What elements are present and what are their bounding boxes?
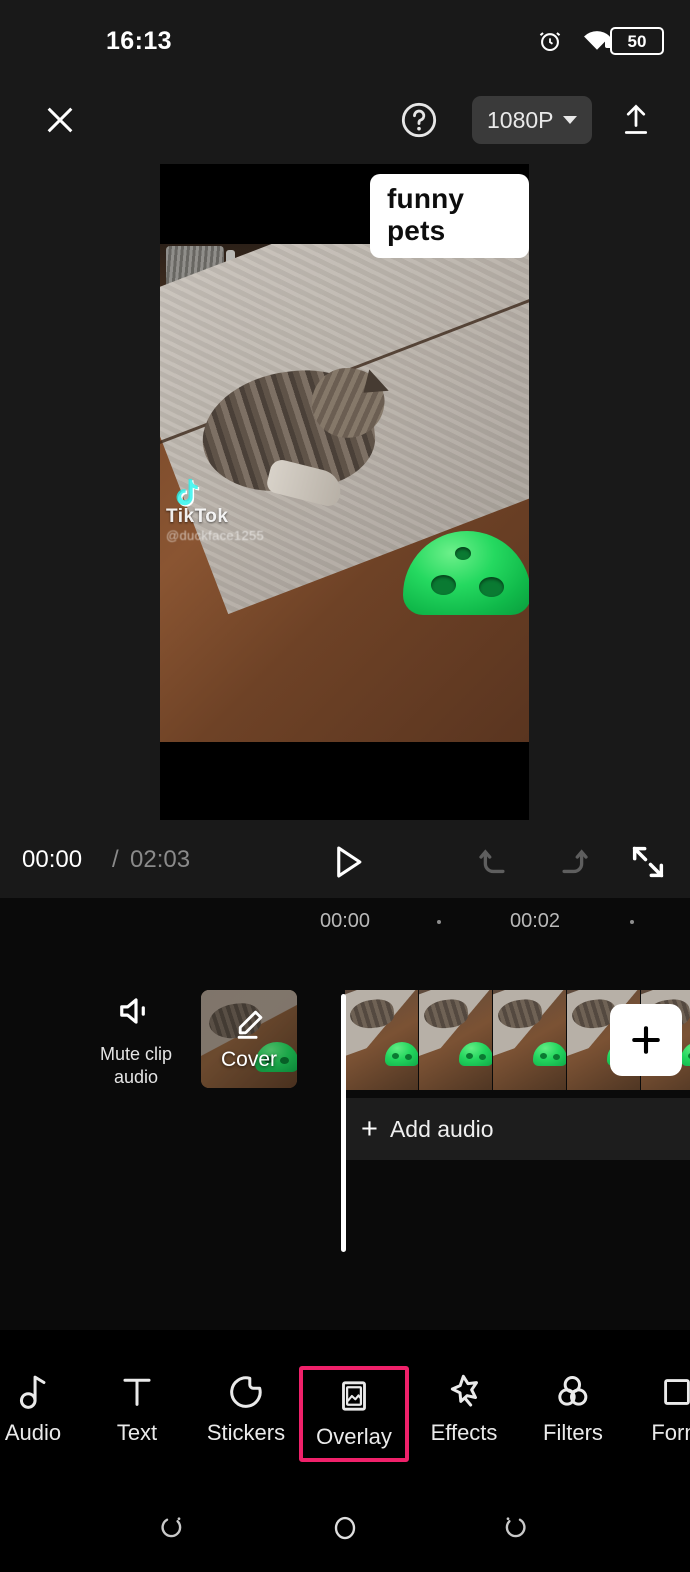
chevron-down-icon (562, 116, 577, 124)
editor-top-bar: 1080P (0, 78, 690, 160)
image-overlay-icon (336, 1370, 372, 1422)
tool-stickers[interactable]: Stickers (191, 1366, 301, 1462)
tool-format[interactable]: Form (622, 1366, 690, 1462)
green-cat-toy (403, 531, 529, 615)
music-note-icon (14, 1366, 52, 1418)
close-button[interactable] (36, 96, 84, 144)
battery-icon: 50 (605, 27, 664, 55)
video-clip-filmstrip[interactable] (345, 990, 690, 1090)
ruler-dot-1 (437, 920, 441, 924)
status-bar: 16:13 50 (0, 0, 690, 78)
playhead-indicator[interactable] (341, 994, 346, 1252)
play-button[interactable] (325, 840, 369, 884)
current-time-label: 00:00 (22, 846, 83, 873)
ruler-dot-3 (630, 920, 634, 924)
tool-effects[interactable]: Effects (409, 1366, 519, 1462)
tool-label: Form (651, 1420, 690, 1445)
cover-content: Cover (201, 990, 297, 1088)
tiktok-username-label: @duckface1255 (166, 528, 265, 543)
filmstrip-frame (345, 990, 419, 1090)
status-icon-group: 50 (410, 22, 690, 62)
video-canvas[interactable]: TikTok @duckface1255 funny pets (160, 164, 529, 820)
tool-overlay[interactable]: Overlay (299, 1366, 409, 1462)
add-audio-button[interactable]: + Add audio (345, 1098, 690, 1160)
home-icon[interactable] (319, 1502, 371, 1554)
video-preview-area[interactable]: TikTok @duckface1255 funny pets (0, 160, 690, 898)
timeline-panel[interactable]: 00:00 00:02 Mute clip audio Cover + Add … (0, 898, 690, 1330)
mute-clip-audio-button[interactable]: Mute clip audio (86, 992, 186, 1088)
sticker-icon (227, 1366, 265, 1418)
add-audio-plus-icon: + (361, 1112, 378, 1145)
playback-bar: 00:00 / 02:03 (0, 826, 690, 898)
text-t-icon (118, 1366, 156, 1418)
ruler-tick-0: 00:00 (320, 910, 371, 932)
tiktok-watermark: TikTok @duckface1255 (166, 476, 286, 543)
cover-label: Cover (220, 1047, 278, 1071)
filters-circles-icon (553, 1366, 593, 1418)
tool-label: Text (116, 1420, 158, 1445)
help-button[interactable] (396, 97, 442, 143)
filmstrip-frame (419, 990, 493, 1090)
export-button[interactable] (612, 96, 660, 144)
pencil-edit-icon (232, 1007, 266, 1046)
undo-button[interactable] (474, 842, 516, 884)
tool-label: Audio (4, 1420, 62, 1445)
ruler-tick-2: 00:02 (510, 910, 561, 932)
video-editor-screen: 16:13 50 1080P TikTok @duckface1255 funn… (0, 0, 690, 1572)
tool-filters[interactable]: Filters (518, 1366, 628, 1462)
video-frame-content: TikTok @duckface1255 (160, 244, 529, 742)
resolution-selector[interactable]: 1080P (472, 96, 592, 144)
tool-label: Stickers (206, 1420, 286, 1445)
tool-list: Audio Text Stickers Overlay Effects Filt… (0, 1344, 690, 1466)
editor-toolbar: Audio Text Stickers Overlay Effects Filt… (0, 1330, 690, 1480)
tool-label: Effects (430, 1420, 498, 1445)
time-separator: / (112, 846, 119, 873)
tool-label: Filters (543, 1420, 603, 1445)
android-nav-bar (0, 1480, 690, 1572)
redo-button[interactable] (551, 842, 593, 884)
recents-icon[interactable] (146, 1502, 198, 1554)
magic-star-icon (444, 1366, 484, 1418)
add-audio-label: Add audio (389, 1115, 494, 1142)
add-clip-button[interactable] (610, 1004, 682, 1076)
text-overlay-clip[interactable]: funny pets (370, 174, 529, 258)
battery-level: 50 (627, 31, 647, 51)
letterbox-bottom (160, 742, 529, 820)
tool-label: Overlay (316, 1424, 392, 1449)
filmstrip-frame (493, 990, 567, 1090)
format-icon (659, 1366, 690, 1418)
speaker-icon (115, 992, 157, 1035)
status-clock: 16:13 (106, 27, 172, 55)
cover-button[interactable]: Cover (201, 990, 297, 1088)
timeline-ruler[interactable]: 00:00 00:02 (0, 898, 690, 940)
tool-audio[interactable]: Audio (0, 1366, 88, 1462)
total-time-label: 02:03 (130, 846, 191, 873)
tool-text[interactable]: Text (82, 1366, 192, 1462)
mute-clip-audio-label: Mute clip audio (99, 1044, 173, 1087)
resolution-label: 1080P (487, 106, 554, 133)
alarm-icon (537, 27, 563, 60)
tiktok-note-icon (170, 476, 204, 510)
back-icon[interactable] (489, 1502, 541, 1554)
fullscreen-button[interactable] (628, 842, 668, 882)
